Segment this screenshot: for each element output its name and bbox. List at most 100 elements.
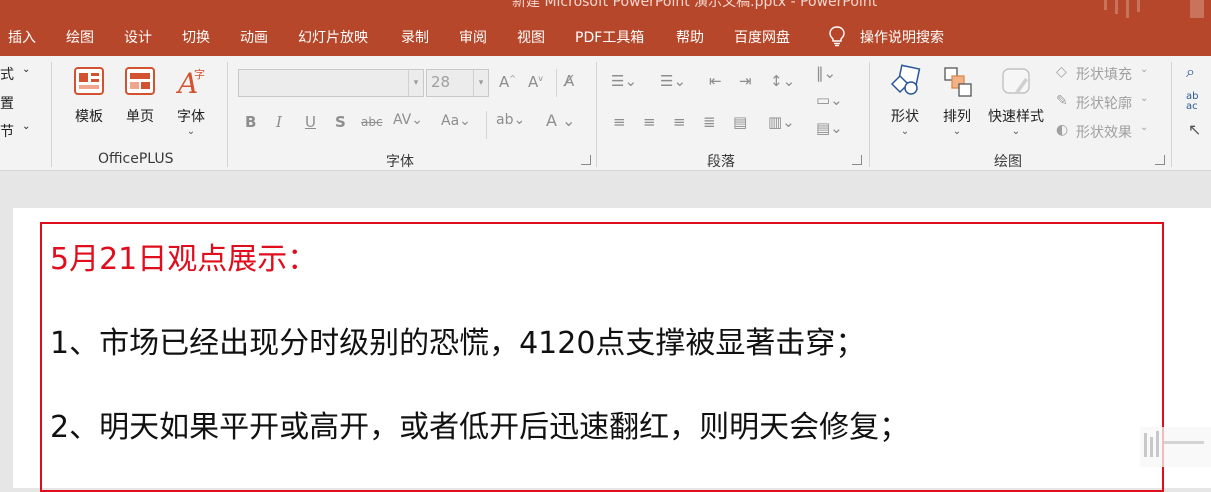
tab-draw[interactable]: 绘图 [66, 27, 94, 47]
watermark-logo [1140, 427, 1211, 467]
chevron-down-icon[interactable]: ▾ [473, 70, 488, 96]
tell-me-search[interactable]: 操作说明搜索 [860, 27, 944, 47]
drawing-dialog-launcher[interactable] [1155, 155, 1165, 165]
cutoff-item-3[interactable]: 节 [0, 121, 14, 141]
bullets-icon[interactable]: ☰⌄ [611, 72, 637, 90]
tab-transitions[interactable]: 切换 [182, 27, 210, 47]
line-spacing-icon[interactable]: ↕⌄ [770, 72, 795, 90]
decor-bar [1190, 0, 1204, 18]
officeplus-group-label: OfficePLUS [98, 151, 174, 167]
increase-indent-icon[interactable]: ⇥ [739, 72, 752, 90]
tab-review[interactable]: 审阅 [459, 27, 487, 47]
quick-styles-icon [1002, 68, 1030, 94]
tab-baidu-netdisk[interactable]: 百度网盘 [734, 27, 790, 47]
change-case-icon[interactable]: Aa⌄ [441, 113, 471, 129]
window-title: 新建 Microsoft PowerPoint 演示文稿.pptx - Powe… [512, 0, 878, 10]
numbering-icon[interactable]: ☰⌄ [660, 72, 686, 90]
font-style-label: 字体 [177, 109, 205, 125]
decrease-indent-icon[interactable]: ⇤ [709, 72, 722, 90]
template-button[interactable]: 模板 [66, 64, 112, 144]
chevron-down-icon: ⌄ [186, 126, 196, 137]
decor-bar [1137, 0, 1140, 12]
tab-insert[interactable]: 插入 [8, 27, 36, 47]
group-separator [596, 62, 597, 167]
tab-pdf-toolbox[interactable]: PDF工具箱 [575, 27, 644, 47]
font-group-label: 字体 [386, 154, 414, 170]
tab-view[interactable]: 视图 [517, 27, 545, 47]
chevron-down-icon: ⌄ [900, 126, 910, 137]
lightbulb-icon[interactable] [828, 25, 846, 47]
separator [556, 69, 557, 97]
paragraph-group-label: 段落 [707, 154, 735, 170]
shapes-button[interactable]: 形状 ⌄ [882, 64, 928, 144]
font-color-icon[interactable]: A ⌄ [546, 111, 575, 130]
slide-heading: 5月21日观点展示： [50, 242, 318, 277]
arrange-icon [944, 67, 972, 97]
cutoff-item-2[interactable]: 置 [0, 93, 14, 113]
underline-icon[interactable]: U [305, 113, 316, 131]
strikethrough-icon[interactable]: abc [361, 115, 383, 129]
shape-effects-button[interactable]: 形状效果 [1076, 122, 1132, 142]
align-center-icon[interactable]: ≡ [643, 113, 656, 131]
distributed-icon[interactable]: ▤ [733, 113, 747, 131]
tab-help[interactable]: 帮助 [676, 27, 704, 47]
decrease-font-icon[interactable]: Av [528, 73, 543, 91]
replace-icon[interactable]: ab ac [1186, 92, 1198, 112]
tab-design[interactable]: 设计 [124, 27, 152, 47]
slide-textbox[interactable]: 5月21日观点展示： 1、市场已经出现分时级别的恐慌，4120点支撑被显著击穿；… [40, 222, 1164, 492]
tab-slideshow[interactable]: 幻灯片放映 [298, 27, 368, 47]
font-style-button[interactable]: A 字 字体 ⌄ [168, 64, 214, 144]
select-icon[interactable]: ↖ [1188, 120, 1201, 139]
font-style-icon: A 字 [175, 67, 205, 100]
font-dialog-launcher[interactable] [581, 155, 591, 165]
justify-icon[interactable]: ≣ [703, 113, 716, 131]
quick-styles-label: 快速样式 [988, 109, 1044, 125]
decor-bar [1126, 0, 1129, 18]
align-text-icon[interactable]: ▭⌄ [816, 91, 843, 109]
italic-icon[interactable]: I [276, 113, 282, 131]
slide-point-2: 2、明天如果平开或高开，或者低开后迅速翻红，则明天会修复； [50, 410, 910, 445]
character-spacing-icon[interactable]: AV⌄ [393, 112, 423, 128]
tab-record[interactable]: 录制 [401, 27, 429, 47]
single-page-icon [125, 67, 155, 95]
drawing-group-label: 绘图 [994, 154, 1022, 170]
smartart-icon[interactable]: ▤⌄ [816, 119, 843, 137]
columns-icon[interactable]: ▥⌄ [768, 113, 795, 131]
template-icon [74, 67, 104, 95]
align-right-icon[interactable]: ≡ [673, 113, 686, 131]
ribbon: 式 置 节 ⌄ ⌄ 模板 单页 A 字 字体 ⌄ OfficePLUS ▾ 28… [0, 56, 1211, 171]
single-page-button[interactable]: 单页 [117, 64, 163, 144]
pen-icon: ✎ [1056, 93, 1068, 109]
find-icon[interactable]: ⌕ [1186, 62, 1195, 82]
bold-icon[interactable]: B [245, 113, 256, 131]
arrange-button[interactable]: 排列 ⌄ [934, 64, 980, 144]
quick-styles-button[interactable]: 快速样式 ⌄ [986, 64, 1046, 144]
group-separator [227, 62, 228, 167]
align-left-icon[interactable]: ≡ [613, 113, 626, 131]
decor-bar [1104, 0, 1107, 10]
decor-bar [1115, 0, 1118, 14]
shape-fill-button[interactable]: 形状填充 [1076, 64, 1132, 84]
clear-formatting-icon[interactable]: A̸ [564, 72, 574, 90]
cutoff-item-1[interactable]: 式 [0, 64, 14, 84]
slide-canvas: 5月21日观点展示： 1、市场已经出现分时级别的恐慌，4120点支撑被显著击穿；… [0, 172, 1211, 492]
menu-bar: 插入 绘图 设计 切换 动画 幻灯片放映 录制 审阅 视图 PDF工具箱 帮助 … [0, 18, 1211, 56]
shadow-icon[interactable]: S [335, 113, 346, 131]
chevron-down-icon: ⌄ [22, 121, 31, 132]
arrange-label: 排列 [943, 109, 971, 125]
chevron-down-icon[interactable]: ▾ [408, 70, 423, 96]
highlight-icon[interactable]: ab⌄ [496, 112, 525, 128]
paragraph-dialog-launcher[interactable] [852, 155, 862, 165]
chevron-down-icon: ⌄ [1011, 126, 1021, 137]
chevron-down-icon: ⌄ [1140, 122, 1149, 133]
chevron-down-icon: ⌄ [22, 64, 31, 75]
shape-outline-button[interactable]: 形状轮廓 [1076, 93, 1132, 113]
font-size-input[interactable]: 28 ▾ [426, 69, 489, 97]
text-direction-icon[interactable]: ‖⌄ [816, 64, 836, 82]
group-separator [51, 62, 52, 167]
paint-bucket-icon: ◇ [1056, 64, 1067, 80]
font-name-input[interactable]: ▾ [238, 69, 424, 97]
increase-font-icon[interactable]: A^ [499, 73, 516, 91]
tab-animations[interactable]: 动画 [240, 27, 268, 47]
slide: 5月21日观点展示： 1、市场已经出现分时级别的恐慌，4120点支撑被显著击穿；… [13, 208, 1211, 492]
